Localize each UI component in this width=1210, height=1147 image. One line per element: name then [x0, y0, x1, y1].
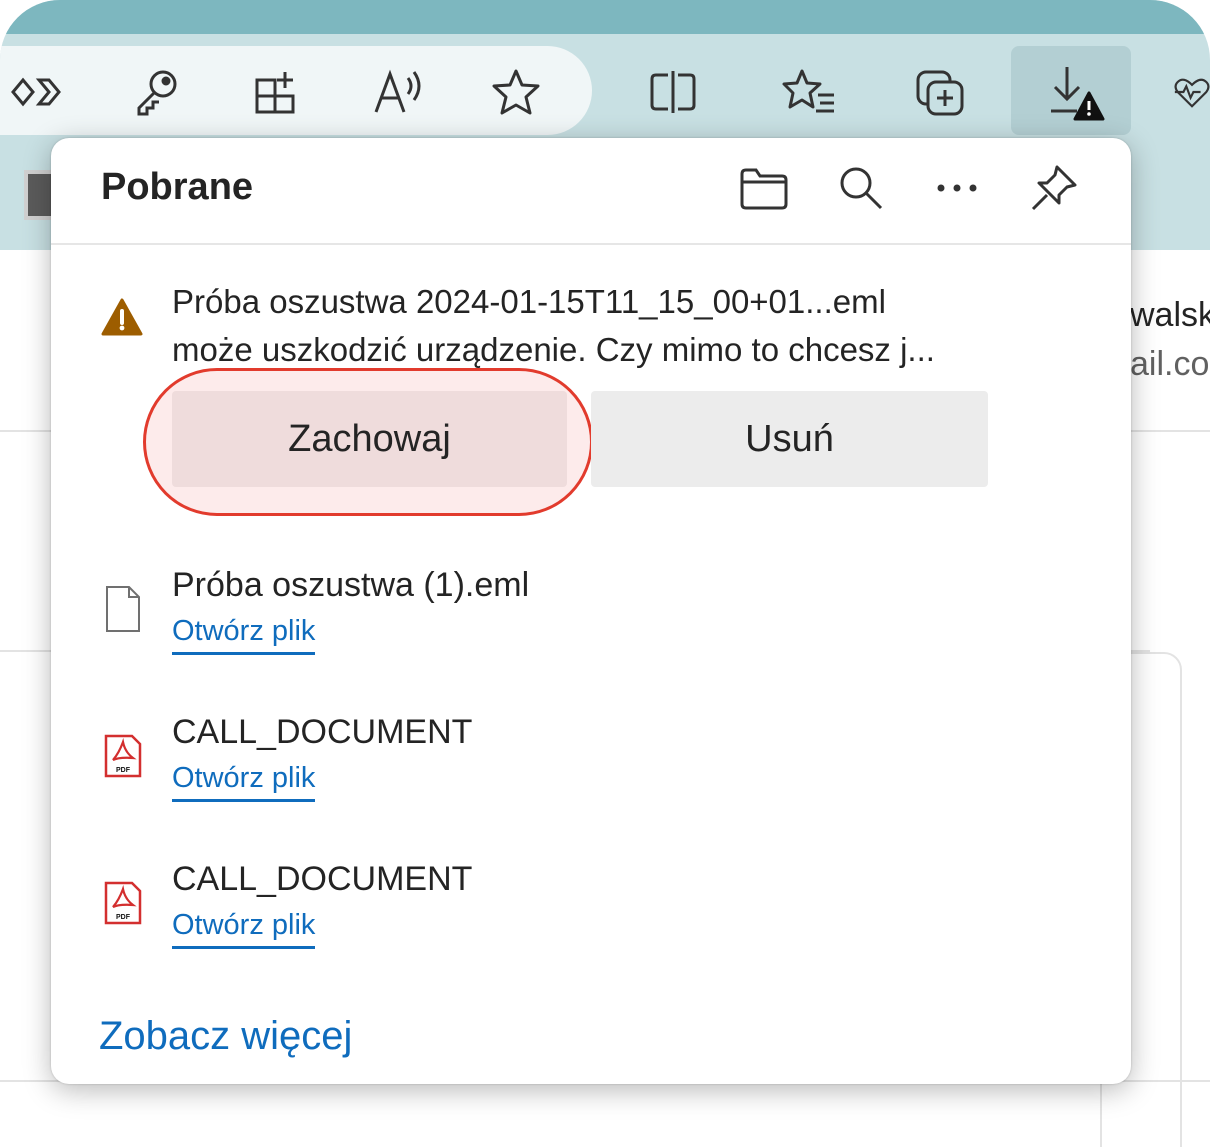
collections-icon[interactable] [912, 64, 970, 120]
pdf-file-icon: PDF [103, 880, 143, 931]
download-item[interactable]: PDF CALL_DOCUMENT Otwórz plik [51, 713, 1131, 833]
download-item[interactable]: Próba oszustwa (1).eml Otwórz plik [51, 566, 1131, 686]
pin-icon[interactable] [1024, 158, 1084, 218]
warning-line-2: może uszkodzić urządzenie. Czy mimo to c… [172, 331, 935, 368]
search-icon[interactable] [831, 158, 891, 218]
key-icon[interactable] [130, 64, 182, 120]
warning-icon [101, 298, 143, 341]
more-options-icon[interactable] [927, 158, 987, 218]
page-text-name: walsk [1130, 296, 1210, 334]
open-file-link[interactable]: Otwórz plik [172, 615, 316, 655]
folder-icon[interactable] [734, 158, 794, 218]
downloads-panel: Pobrane Próba oszustwa 2024-01-15T11_15_… [51, 138, 1131, 1084]
see-more-link[interactable]: Zobacz więcej [99, 1014, 352, 1059]
file-icon [103, 584, 143, 639]
split-screen-icon[interactable] [645, 64, 701, 120]
panel-title: Pobrane [101, 166, 254, 208]
read-aloud-icon[interactable] [370, 64, 426, 120]
tab-strip [0, 0, 1210, 34]
open-file-link[interactable]: Otwórz plik [172, 762, 316, 802]
warning-line-1: Próba oszustwa 2024-01-15T11_15_00+01...… [172, 283, 886, 320]
downloads-warning-icon[interactable] [1042, 62, 1108, 126]
browser-essentials-icon[interactable] [1172, 66, 1210, 118]
keep-button[interactable]: Zachowaj [172, 391, 567, 487]
favorites-list-icon[interactable] [778, 64, 838, 120]
warning-message: Próba oszustwa 2024-01-15T11_15_00+01...… [172, 278, 935, 374]
page-text-email: ail.co [1130, 345, 1210, 383]
delete-button[interactable]: Usuń [591, 391, 988, 487]
svg-text:PDF: PDF [116, 767, 131, 774]
download-file-name: CALL_DOCUMENT [172, 713, 473, 751]
pdf-file-icon: PDF [103, 733, 143, 784]
add-extension-icon[interactable] [250, 64, 302, 120]
download-file-name: CALL_DOCUMENT [172, 860, 473, 898]
link-icon[interactable] [6, 66, 66, 118]
panel-divider [51, 243, 1131, 245]
open-file-link[interactable]: Otwórz plik [172, 909, 316, 949]
svg-text:PDF: PDF [116, 914, 131, 921]
favorite-star-icon[interactable] [488, 64, 544, 120]
download-item[interactable]: PDF CALL_DOCUMENT Otwórz plik [51, 860, 1131, 980]
download-file-name: Próba oszustwa (1).eml [172, 566, 530, 604]
